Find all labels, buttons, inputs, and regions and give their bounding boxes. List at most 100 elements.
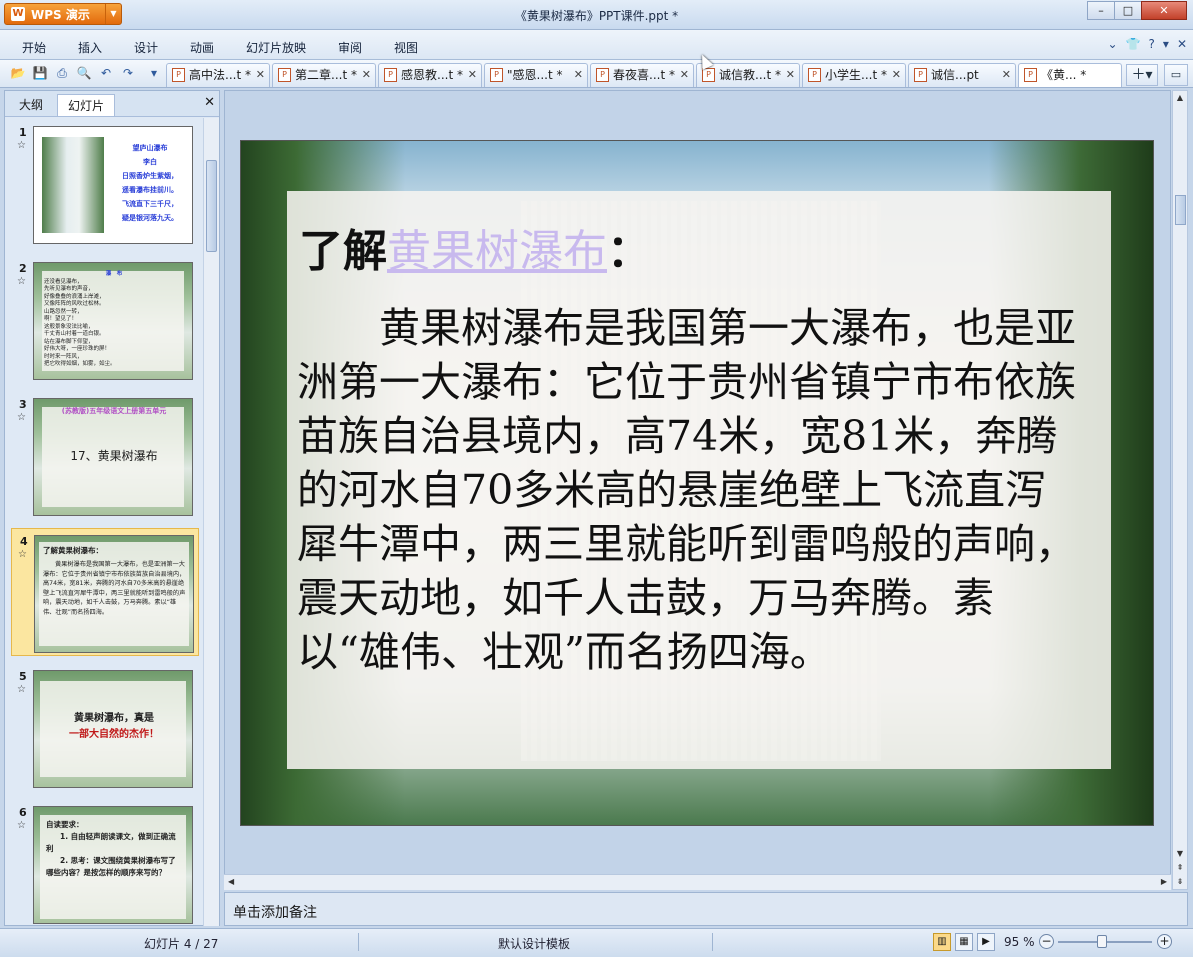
star-icon: ☆ bbox=[18, 549, 27, 560]
quick-access-toolbar: 📂 💾 ⎙ 🔍 ↶ ↷ ▾ P 高中法...t * ✕ P 第二章...t * … bbox=[0, 60, 1193, 88]
notes-pane[interactable]: 单击添加备注 bbox=[224, 892, 1188, 926]
print-icon[interactable]: ⎙ bbox=[54, 65, 70, 81]
slide-thumbnail-5[interactable]: 5 ☆ 黄果树瀑布，真是 一部大自然的杰作！ bbox=[11, 664, 199, 792]
slide-thumbnail-4[interactable]: 4 ☆ 了解黄果树瀑布： 黄果树瀑布是我国第一大瀑布，也是亚洲第一大瀑布：它位于… bbox=[11, 528, 199, 656]
close-tab-icon[interactable]: ✕ bbox=[892, 64, 901, 86]
help-icon[interactable]: ? bbox=[1149, 37, 1155, 51]
menu-insert[interactable]: 插入 bbox=[78, 39, 102, 56]
collapse-ribbon-icon[interactable]: ⌄ bbox=[1108, 37, 1118, 51]
doc-tab-label: 高中法...t * bbox=[189, 68, 251, 82]
ppt-file-icon: P bbox=[596, 68, 609, 82]
star-icon: ☆ bbox=[17, 140, 26, 151]
close-tab-icon[interactable]: ✕ bbox=[256, 64, 265, 86]
doc-tab-active[interactable]: P 《黄... * bbox=[1018, 63, 1122, 87]
minimize-button[interactable]: – bbox=[1087, 1, 1115, 20]
close-tab-icon[interactable]: ✕ bbox=[680, 64, 689, 86]
menu-bar: 开始 插入 设计 动画 幻灯片放映 审阅 视图 ⌄ 👕 ? ▾ ✕ bbox=[0, 30, 1193, 60]
divider bbox=[358, 933, 359, 951]
new-tab-button[interactable]: ＋▾ bbox=[1126, 64, 1158, 86]
scroll-left-icon[interactable]: ◀ bbox=[228, 877, 234, 886]
menu-animation[interactable]: 动画 bbox=[190, 39, 214, 56]
next-slide-icon[interactable]: ⇟ bbox=[1173, 877, 1187, 886]
doc-tab[interactable]: P 第二章...t * ✕ bbox=[272, 63, 376, 87]
status-bar: 幻灯片 4 / 27 默认设计模板 ▥ ▦ ▶ 95 % − + bbox=[0, 928, 1193, 957]
doc-tab[interactable]: P 诚信教...t * ✕ bbox=[696, 63, 800, 87]
menu-review[interactable]: 审阅 bbox=[338, 39, 362, 56]
customize-toolbar-icon[interactable]: ▾ bbox=[146, 65, 162, 81]
close-tab-icon[interactable]: ✕ bbox=[1002, 64, 1011, 86]
doc-tab[interactable]: P 感恩教...t * ✕ bbox=[378, 63, 482, 87]
template-name: 默认设计模板 bbox=[498, 937, 571, 951]
doc-tab[interactable]: P 小学生...t * ✕ bbox=[802, 63, 906, 87]
tab-list-icon[interactable]: ▭ bbox=[1164, 64, 1188, 86]
normal-view-icon[interactable]: ▥ bbox=[933, 933, 951, 951]
vertical-scrollbar[interactable]: ▲ ▼ ⇞ ⇟ bbox=[1172, 90, 1188, 890]
slide-counter: 幻灯片 4 / 27 bbox=[144, 937, 219, 951]
slide-thumbnail-2[interactable]: 2 ☆ 瀑 布 还没看见瀑布， 先听见瀑布的声音， 好像叠叠的浪涌上岸滩， 又像… bbox=[11, 256, 199, 384]
skin-icon[interactable]: 👕 bbox=[1126, 37, 1141, 51]
thumbnail-scrollbar[interactable] bbox=[203, 118, 219, 926]
ppt-file-icon: P bbox=[808, 68, 821, 82]
doc-tab[interactable]: P 诚信...pt ✕ bbox=[908, 63, 1016, 87]
star-icon: ☆ bbox=[17, 684, 26, 695]
close-tab-icon[interactable]: ✕ bbox=[468, 64, 477, 86]
open-folder-icon[interactable]: 📂 bbox=[10, 65, 26, 81]
close-tab-icon[interactable]: ✕ bbox=[574, 64, 583, 86]
slide-heading: 了解黄果树瀑布： bbox=[299, 226, 651, 277]
slide-canvas[interactable]: 了解黄果树瀑布： 黄果树瀑布是我国第一大瀑布，也是亚洲第一大瀑布：它位于贵州省镇… bbox=[240, 140, 1154, 826]
close-tab-icon[interactable]: ✕ bbox=[786, 64, 795, 86]
doc-tab[interactable]: P "感恩...t * ✕ bbox=[484, 63, 588, 87]
scroll-right-icon[interactable]: ▶ bbox=[1161, 877, 1167, 886]
ppt-file-icon: P bbox=[384, 68, 397, 82]
waterfall-image bbox=[42, 137, 104, 233]
save-icon[interactable]: 💾 bbox=[32, 65, 48, 81]
scrollbar-thumb[interactable] bbox=[206, 160, 217, 252]
scroll-up-icon[interactable]: ▲ bbox=[1173, 93, 1187, 102]
doc-tab[interactable]: P 高中法...t * ✕ bbox=[166, 63, 270, 87]
slide-thumbnail-1[interactable]: 1 ☆ 望庐山瀑布 李白 日照香炉生紫烟， 遥看瀑布挂前川。 飞流直下三千尺， … bbox=[11, 120, 199, 248]
doc-tab-label: 春夜喜...t * bbox=[613, 68, 675, 82]
star-icon: ☆ bbox=[17, 820, 26, 831]
menu-slideshow[interactable]: 幻灯片放映 bbox=[246, 39, 306, 56]
scroll-down-icon[interactable]: ▼ bbox=[1173, 849, 1187, 858]
close-tab-icon[interactable]: ✕ bbox=[362, 64, 371, 86]
menu-home[interactable]: 开始 bbox=[22, 39, 46, 56]
zoom-slider-handle[interactable] bbox=[1097, 935, 1107, 948]
slide-thumbnail-3[interactable]: 3 ☆ (苏教版)五年级语文上册第五单元 17、黄果树瀑布 bbox=[11, 392, 199, 520]
horizontal-scrollbar[interactable]: ◀ ▶ bbox=[224, 874, 1171, 890]
prev-slide-icon[interactable]: ⇞ bbox=[1173, 863, 1187, 872]
redo-icon[interactable]: ↷ bbox=[120, 65, 136, 81]
doc-tab-label: 小学生...t * bbox=[825, 68, 887, 82]
doc-tab-label: "感恩...t * bbox=[507, 68, 563, 82]
chevron-down-icon[interactable]: ▾ bbox=[1163, 37, 1169, 51]
menu-design[interactable]: 设计 bbox=[134, 39, 158, 56]
close-window-button[interactable]: ✕ bbox=[1141, 1, 1187, 20]
close-panel-icon[interactable]: ✕ bbox=[204, 95, 215, 110]
ppt-file-icon: P bbox=[278, 68, 291, 82]
doc-tab-label: 诚信...pt bbox=[931, 68, 979, 82]
slide-body-text: 黄果树瀑布是我国第一大瀑布，也是亚洲第一大瀑布：它位于贵州省镇宁市布依族苗族自治… bbox=[297, 304, 1076, 676]
ppt-file-icon: P bbox=[914, 68, 927, 82]
undo-icon[interactable]: ↶ bbox=[98, 65, 114, 81]
doc-tab-label: 诚信教...t * bbox=[719, 68, 781, 82]
zoom-out-icon[interactable]: − bbox=[1039, 934, 1054, 949]
ppt-file-icon: P bbox=[172, 68, 185, 82]
maximize-button[interactable]: □ bbox=[1114, 1, 1142, 20]
print-preview-icon[interactable]: 🔍 bbox=[76, 65, 92, 81]
text-box[interactable]: 了解黄果树瀑布： 黄果树瀑布是我国第一大瀑布，也是亚洲第一大瀑布：它位于贵州省镇… bbox=[287, 191, 1111, 769]
title-bar: W WPS 演示 ▼ 《黄果树瀑布》PPT课件.ppt * – □ ✕ bbox=[0, 0, 1193, 30]
slideshow-icon[interactable]: ▶ bbox=[977, 933, 995, 951]
doc-tab-label: 第二章...t * bbox=[295, 68, 357, 82]
tab-outline[interactable]: 大纲 bbox=[9, 94, 53, 116]
ppt-file-icon: P bbox=[702, 68, 715, 82]
doc-tab[interactable]: P 春夜喜...t * ✕ bbox=[590, 63, 694, 87]
slide-thumbnail-6[interactable]: 6 ☆ 自读要求： 1. 自由轻声朗读课文，做到正确流利 2. 思考：课文围绕黄… bbox=[11, 800, 199, 926]
slide-sorter-icon[interactable]: ▦ bbox=[955, 933, 973, 951]
scrollbar-thumb[interactable] bbox=[1175, 195, 1186, 225]
tab-slides[interactable]: 幻灯片 bbox=[57, 94, 116, 116]
heading-link[interactable]: 黄果树瀑布 bbox=[387, 226, 607, 277]
slides-panel: 大纲 幻灯片 ✕ 1 ☆ 望庐山瀑布 李白 日照香炉生紫烟， 遥看瀑布挂前川。 … bbox=[4, 90, 220, 926]
zoom-in-icon[interactable]: + bbox=[1157, 934, 1172, 949]
close-doc-icon[interactable]: ✕ bbox=[1177, 37, 1187, 51]
menu-view[interactable]: 视图 bbox=[394, 39, 418, 56]
